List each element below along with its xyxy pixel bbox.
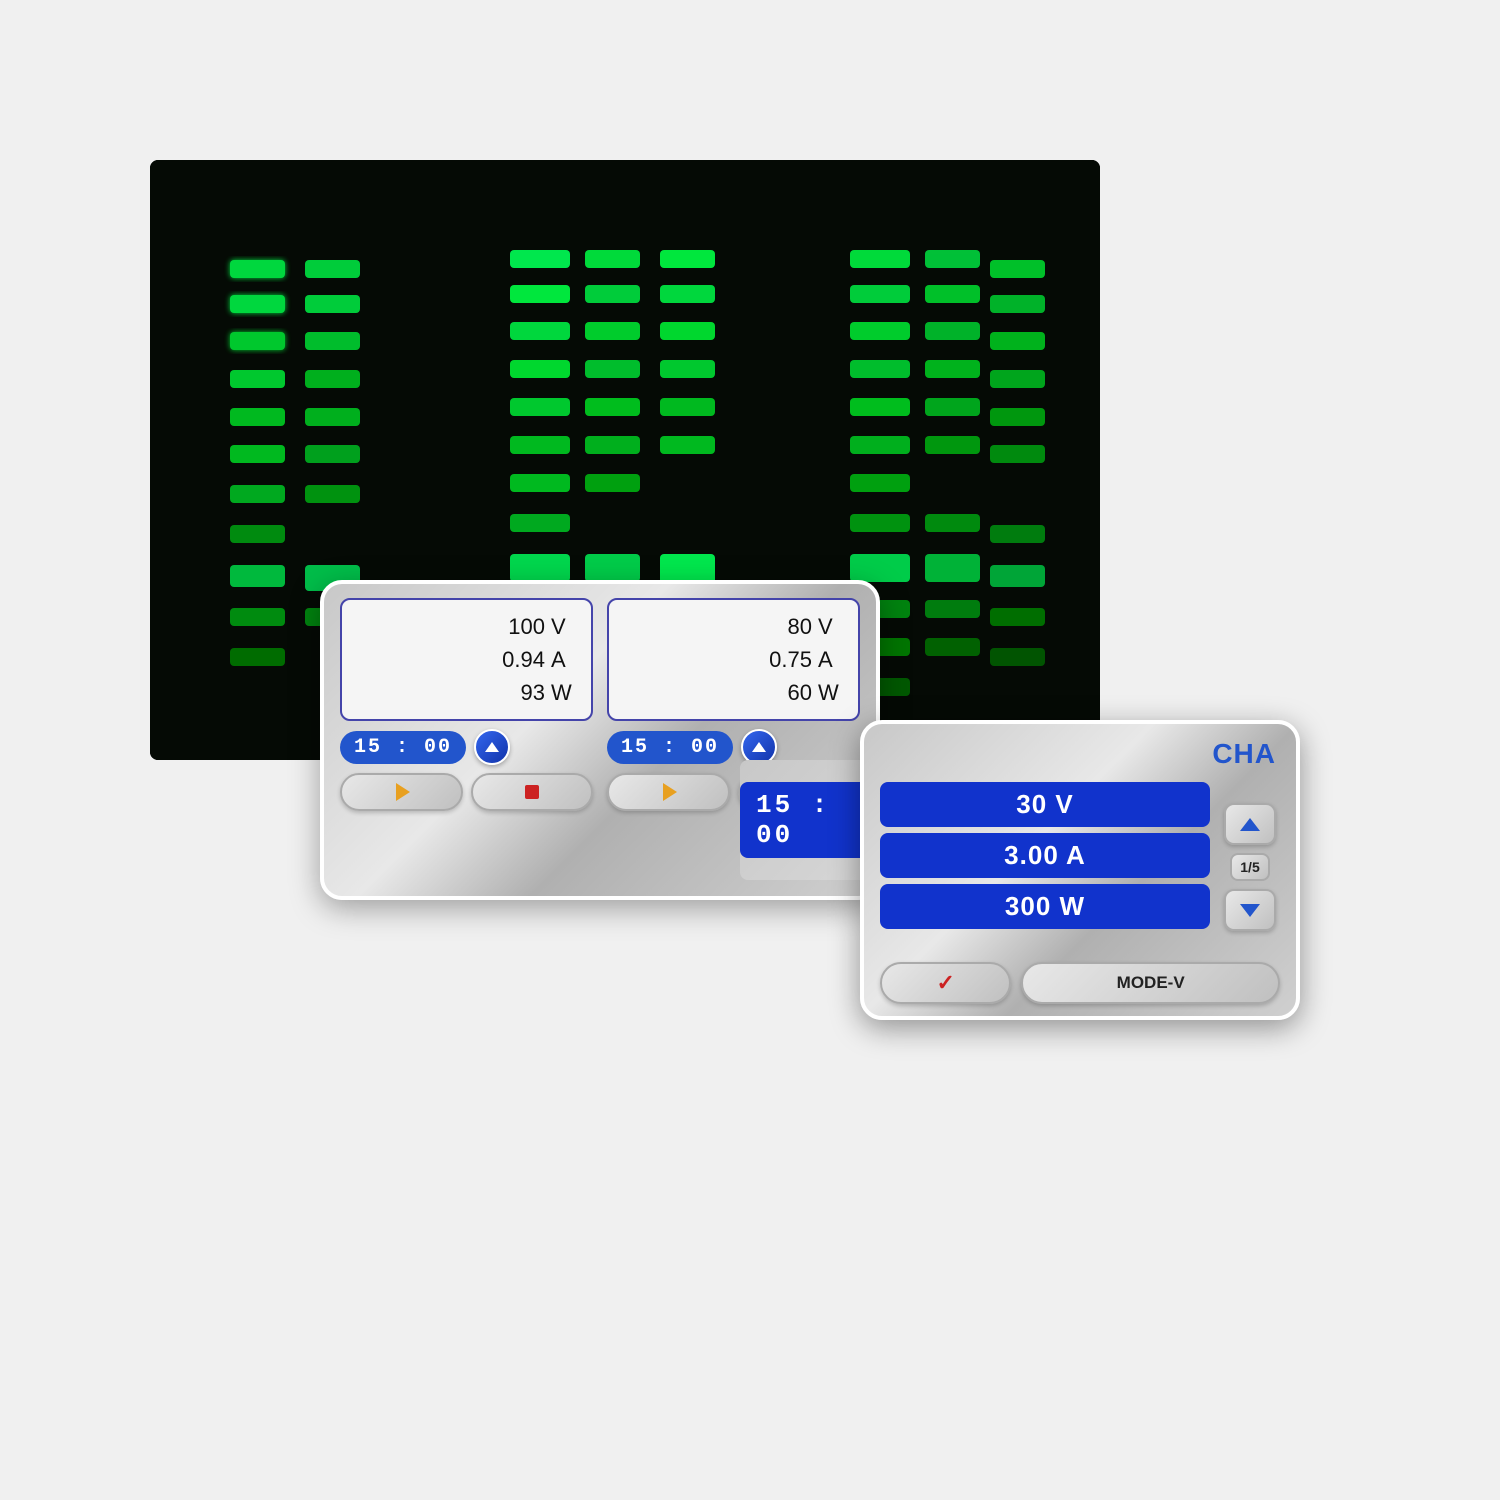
panel2-voltage: 30 V xyxy=(880,782,1210,827)
channel-b-readout: 80 V 0.75 A 60 W xyxy=(607,598,860,721)
channel-b-power-unit: W xyxy=(818,676,846,709)
panel2-controls: 1/5 xyxy=(1220,782,1280,952)
channel-b-play-button[interactable] xyxy=(607,773,730,811)
check-button[interactable]: ✓ xyxy=(880,962,1011,1004)
channel-a-voltage-row: 100 V xyxy=(493,610,579,643)
chevron-down-button[interactable] xyxy=(1224,889,1276,931)
channel-b-current-unit: A xyxy=(818,643,846,676)
channel-b-voltage: 80 xyxy=(760,610,812,643)
panel2: CHA 30 V 3.00 A 300 W 1/5 ✓ MODE-V xyxy=(860,720,1300,1020)
panel2-main: 30 V 3.00 A 300 W 1/5 xyxy=(880,782,1280,952)
channel-a-timer[interactable]: 15 : 00 xyxy=(340,731,466,764)
channel-b-voltage-row: 80 V xyxy=(760,610,846,643)
channel-a-controls xyxy=(340,773,593,811)
channel-a-current-row: 0.94 A xyxy=(493,643,579,676)
channel-b-timer[interactable]: 15 : 00 xyxy=(607,731,733,764)
check-icon: ✓ xyxy=(936,970,954,996)
chevron-up-icon xyxy=(1240,818,1260,831)
play-icon-b xyxy=(663,783,677,801)
channel-a-power: 93 xyxy=(493,676,545,709)
chevron-up-button[interactable] xyxy=(1224,803,1276,845)
channel-a-stop-button[interactable] xyxy=(471,773,594,811)
panel2-readouts: 30 V 3.00 A 300 W xyxy=(880,782,1210,952)
channel-a-up-button[interactable] xyxy=(474,729,510,765)
channel-b-current-row: 0.75 A xyxy=(760,643,846,676)
panel2-power: 300 W xyxy=(880,884,1210,929)
channel-a-voltage: 100 xyxy=(493,610,545,643)
channel-a-current-unit: A xyxy=(551,643,579,676)
main-container: 100 V 0.94 A 93 W 15 : 00 xyxy=(100,100,1400,1400)
channel-b-current: 0.75 xyxy=(760,643,812,676)
page-indicator: 1/5 xyxy=(1230,853,1269,881)
stop-icon xyxy=(525,785,539,799)
channel-a-voltage-unit: V xyxy=(551,610,579,643)
channel-a: 100 V 0.94 A 93 W 15 : 00 xyxy=(340,598,593,884)
play-icon xyxy=(396,783,410,801)
channel-a-power-row: 93 W xyxy=(493,676,579,709)
channel-b-voltage-unit: V xyxy=(818,610,846,643)
panel2-current: 3.00 A xyxy=(880,833,1210,878)
channel-label: CHA xyxy=(1212,738,1276,770)
panel2-bottom-controls: ✓ MODE-V xyxy=(880,962,1280,1004)
channel-b-power: 60 xyxy=(760,676,812,709)
channel-a-play-button[interactable] xyxy=(340,773,463,811)
channel-a-power-unit: W xyxy=(551,676,579,709)
channel-a-readout: 100 V 0.94 A 93 W xyxy=(340,598,593,721)
channel-a-timer-row: 15 : 00 xyxy=(340,729,593,765)
chevron-down-icon xyxy=(1240,904,1260,917)
mode-button[interactable]: MODE-V xyxy=(1021,962,1280,1004)
channel-b-power-row: 60 W xyxy=(760,676,846,709)
panel2-header: CHA xyxy=(880,738,1280,770)
channel-a-current: 0.94 xyxy=(493,643,545,676)
